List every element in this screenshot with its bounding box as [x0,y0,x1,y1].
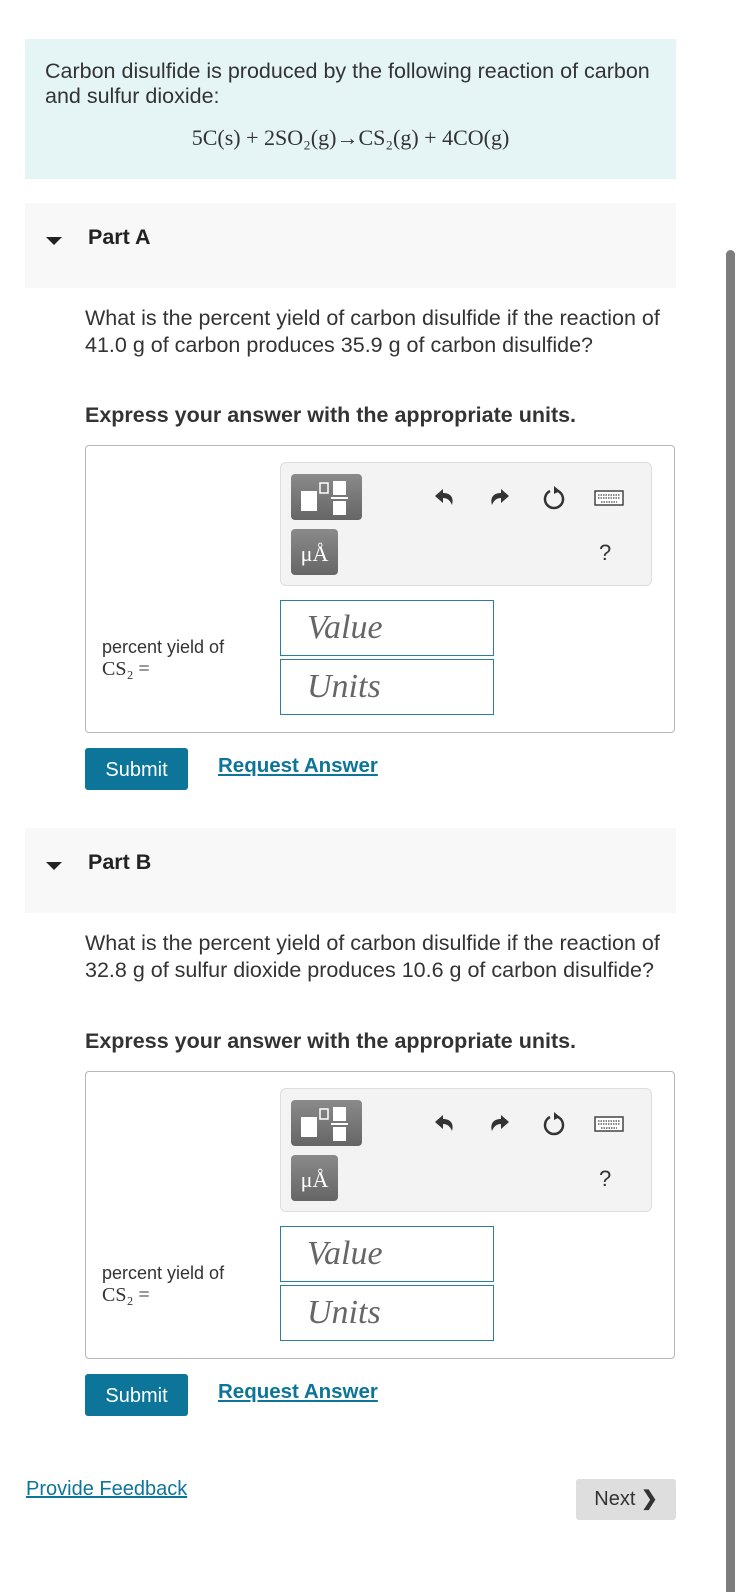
intro-text: Carbon disulfide is produced by the foll… [45,59,650,108]
answer-label-line1: percent yield of [102,637,225,657]
value-input[interactable]: Value [280,1226,494,1282]
units-button[interactable]: μÅ [291,1155,338,1201]
undo-icon[interactable] [429,483,459,513]
units-input[interactable]: Units [280,1285,494,1341]
reset-icon[interactable] [539,1109,569,1139]
next-button[interactable]: Next ❯ [576,1479,676,1520]
reaction-equation: 5C(s) + 2SO₂(g)→CS₂(g) + 4CO(g) [191,125,510,150]
part-b-instruction: Express your answer with the appropriate… [85,1029,577,1053]
collapse-triangle-icon [46,862,62,870]
reset-icon[interactable] [539,483,569,513]
part-b-question: What is the percent yield of carbon disu… [85,931,660,982]
part-a-request-answer-link[interactable]: Request Answer [218,754,378,778]
provide-feedback-link[interactable]: Provide Feedback [26,1478,187,1501]
part-a-answer-box: μÅ ? percent yield of CS₂ = Value Units [85,445,675,733]
fraction-template-button[interactable] [291,474,362,520]
answer-label-line1: percent yield of [102,1263,225,1283]
part-b-request-answer-link[interactable]: Request Answer [218,1380,378,1404]
answer-label: percent yield of CS₂ = [102,1262,224,1306]
keyboard-icon[interactable] [593,1109,625,1139]
part-b-header[interactable]: Part B [25,828,676,913]
scrollbar[interactable] [726,250,735,1592]
part-b-title: Part B [88,850,152,874]
fraction-template-icon [301,1107,348,1141]
collapse-triangle-icon [46,237,62,245]
fraction-template-icon [301,481,348,515]
redo-icon[interactable] [485,483,515,513]
answer-label-line2: CS₂ = [102,1284,150,1306]
part-a-instruction: Express your answer with the appropriate… [85,403,577,427]
part-a-question: What is the percent yield of carbon disu… [85,306,660,357]
chevron-right-icon: ❯ [640,1488,658,1510]
part-a-submit-button[interactable]: Submit [85,748,188,790]
undo-icon[interactable] [429,1109,459,1139]
value-input[interactable]: Value [280,600,494,656]
part-a-header[interactable]: Part A [25,203,676,288]
redo-icon[interactable] [485,1109,515,1139]
fraction-template-button[interactable] [291,1100,362,1146]
part-b-math-toolbar: μÅ ? [280,1088,652,1212]
answer-label: percent yield of CS₂ = [102,636,224,680]
units-button[interactable]: μÅ [291,529,338,575]
help-button[interactable]: ? [599,1166,611,1192]
part-a-title: Part A [88,225,151,249]
part-a-math-toolbar: μÅ ? [280,462,652,586]
help-button[interactable]: ? [599,540,611,566]
answer-label-line2: CS₂ = [102,658,150,680]
next-label: Next [594,1488,636,1510]
keyboard-icon[interactable] [593,483,625,513]
units-input[interactable]: Units [280,659,494,715]
part-b-answer-box: μÅ ? percent yield of CS₂ = Value Units [85,1071,675,1359]
part-b-submit-button[interactable]: Submit [85,1374,188,1416]
problem-intro: Carbon disulfide is produced by the foll… [25,39,676,179]
